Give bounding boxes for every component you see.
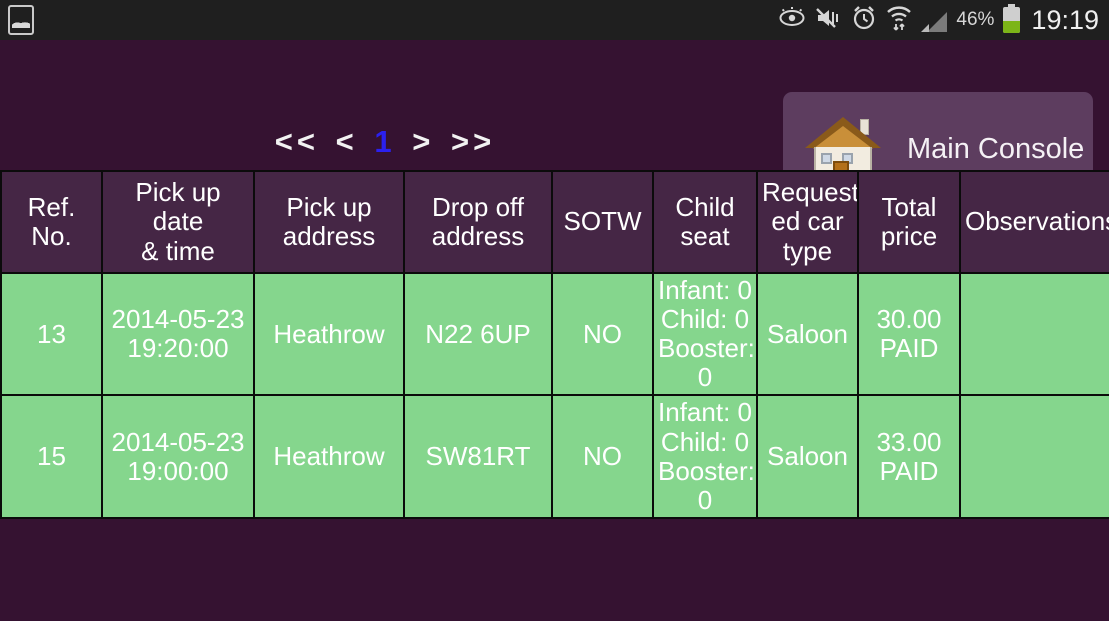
table-row[interactable]: 15 2014-05-23 19:00:00 Heathrow SW81RT N… [0,394,1109,519]
cell-dropoff-address: SW81RT [403,394,553,519]
column-header-ref-no[interactable]: Ref. No. [0,170,103,274]
column-header-pickup-datetime[interactable]: Pick up date & time [101,170,255,274]
cell-dropoff-address: N22 6UP [403,271,553,397]
cell-car-type: Saloon [756,394,859,519]
cell-observations [959,394,1109,519]
cell-total-price: 30.00 PAID [857,271,961,397]
battery-icon [1003,4,1021,33]
status-bar-right: 46% 19:19 [779,4,1109,36]
pager-last-button[interactable]: >> [449,124,497,160]
cell-child-seat: Infant: 0 Child: 0 Booster: 0 [652,394,758,519]
cell-sotw: NO [551,271,654,397]
eye-icon [779,7,805,33]
table-header: Ref. No. Pick up date & time Pick up add… [0,170,1109,274]
gallery-icon [8,5,34,35]
mute-vibrate-icon [814,6,842,34]
table-header-row: Ref. No. Pick up date & time Pick up add… [0,170,1109,274]
table-row[interactable]: 13 2014-05-23 19:20:00 Heathrow N22 6UP … [0,271,1109,397]
table-body: 13 2014-05-23 19:20:00 Heathrow N22 6UP … [0,271,1109,519]
cell-ref-no: 13 [0,271,103,397]
wifi-transfer-icon [886,5,912,35]
cell-pickup-datetime: 2014-05-23 19:00:00 [101,394,255,519]
cell-observations [959,271,1109,397]
cell-ref-no: 15 [0,394,103,519]
pager-first-button[interactable]: << [273,124,321,160]
pagination: << < 1 > >> [0,124,770,160]
pager-current-page[interactable]: 1 [372,124,397,160]
column-header-pickup-address[interactable]: Pick up address [253,170,405,274]
status-bar-left [0,5,34,35]
main-console-label: Main Console [907,132,1085,165]
bookings-table: Ref. No. Pick up date & time Pick up add… [0,170,1109,519]
cell-sotw: NO [551,394,654,519]
cell-pickup-address: Heathrow [253,271,405,397]
pager-prev-button[interactable]: < [334,124,360,160]
cell-car-type: Saloon [756,271,859,397]
cell-pickup-address: Heathrow [253,394,405,519]
column-header-dropoff-address[interactable]: Drop off address [403,170,553,274]
status-bar: 46% 19:19 [0,0,1109,40]
clock-label: 19:19 [1031,4,1099,35]
column-header-car-type[interactable]: Request ed car type [756,170,859,274]
column-header-sotw[interactable]: SOTW [551,170,654,274]
column-header-child-seat[interactable]: Child seat [652,170,758,274]
top-bar: << < 1 > >> Main Console [0,40,1109,206]
cell-pickup-datetime: 2014-05-23 19:20:00 [101,271,255,397]
pager-next-button[interactable]: > [410,124,436,160]
battery-percent-label: 46% [956,9,995,30]
cell-child-seat: Infant: 0 Child: 0 Booster: 0 [652,271,758,397]
signal-bars-icon [921,8,948,32]
alarm-clock-icon [851,5,877,35]
cell-total-price: 33.00 PAID [857,394,961,519]
column-header-observations[interactable]: Observations [959,170,1109,274]
column-header-total-price[interactable]: Total price [857,170,961,274]
